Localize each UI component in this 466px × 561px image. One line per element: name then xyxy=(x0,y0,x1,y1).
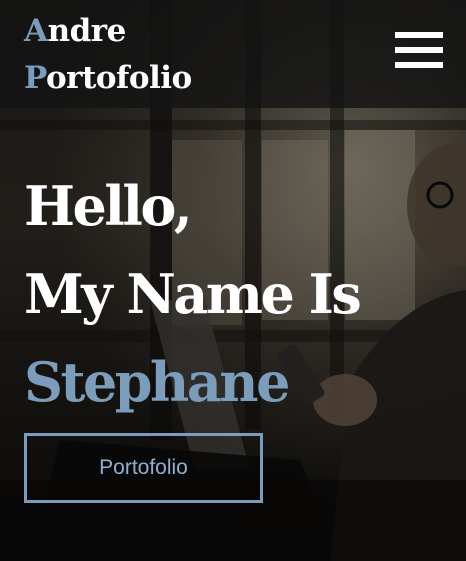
menu-bar-bottom xyxy=(395,62,443,68)
logo-rest-1: ndre xyxy=(47,13,127,49)
logo-initial-2: P xyxy=(24,60,46,96)
portfolio-button[interactable]: Portofolio xyxy=(24,433,263,503)
site-logo[interactable]: Andre Portofolio xyxy=(24,8,192,102)
logo-line-1: Andre xyxy=(24,8,192,55)
logo-line-2: Portofolio xyxy=(24,55,192,102)
logo-rest-2: ortofolio xyxy=(45,60,192,96)
hero-greeting: Hello, xyxy=(24,174,193,238)
menu-bar-middle xyxy=(395,47,443,53)
logo-initial-1: A xyxy=(24,13,48,49)
hero-name: Stephane xyxy=(24,350,290,414)
hamburger-menu-icon[interactable] xyxy=(392,30,444,74)
menu-bar-top xyxy=(395,32,443,38)
hero-intro: My Name Is xyxy=(24,262,362,326)
hero-heading: Hello, My Name Is Stephane xyxy=(24,162,362,426)
site-header: Andre Portofolio xyxy=(0,0,466,108)
